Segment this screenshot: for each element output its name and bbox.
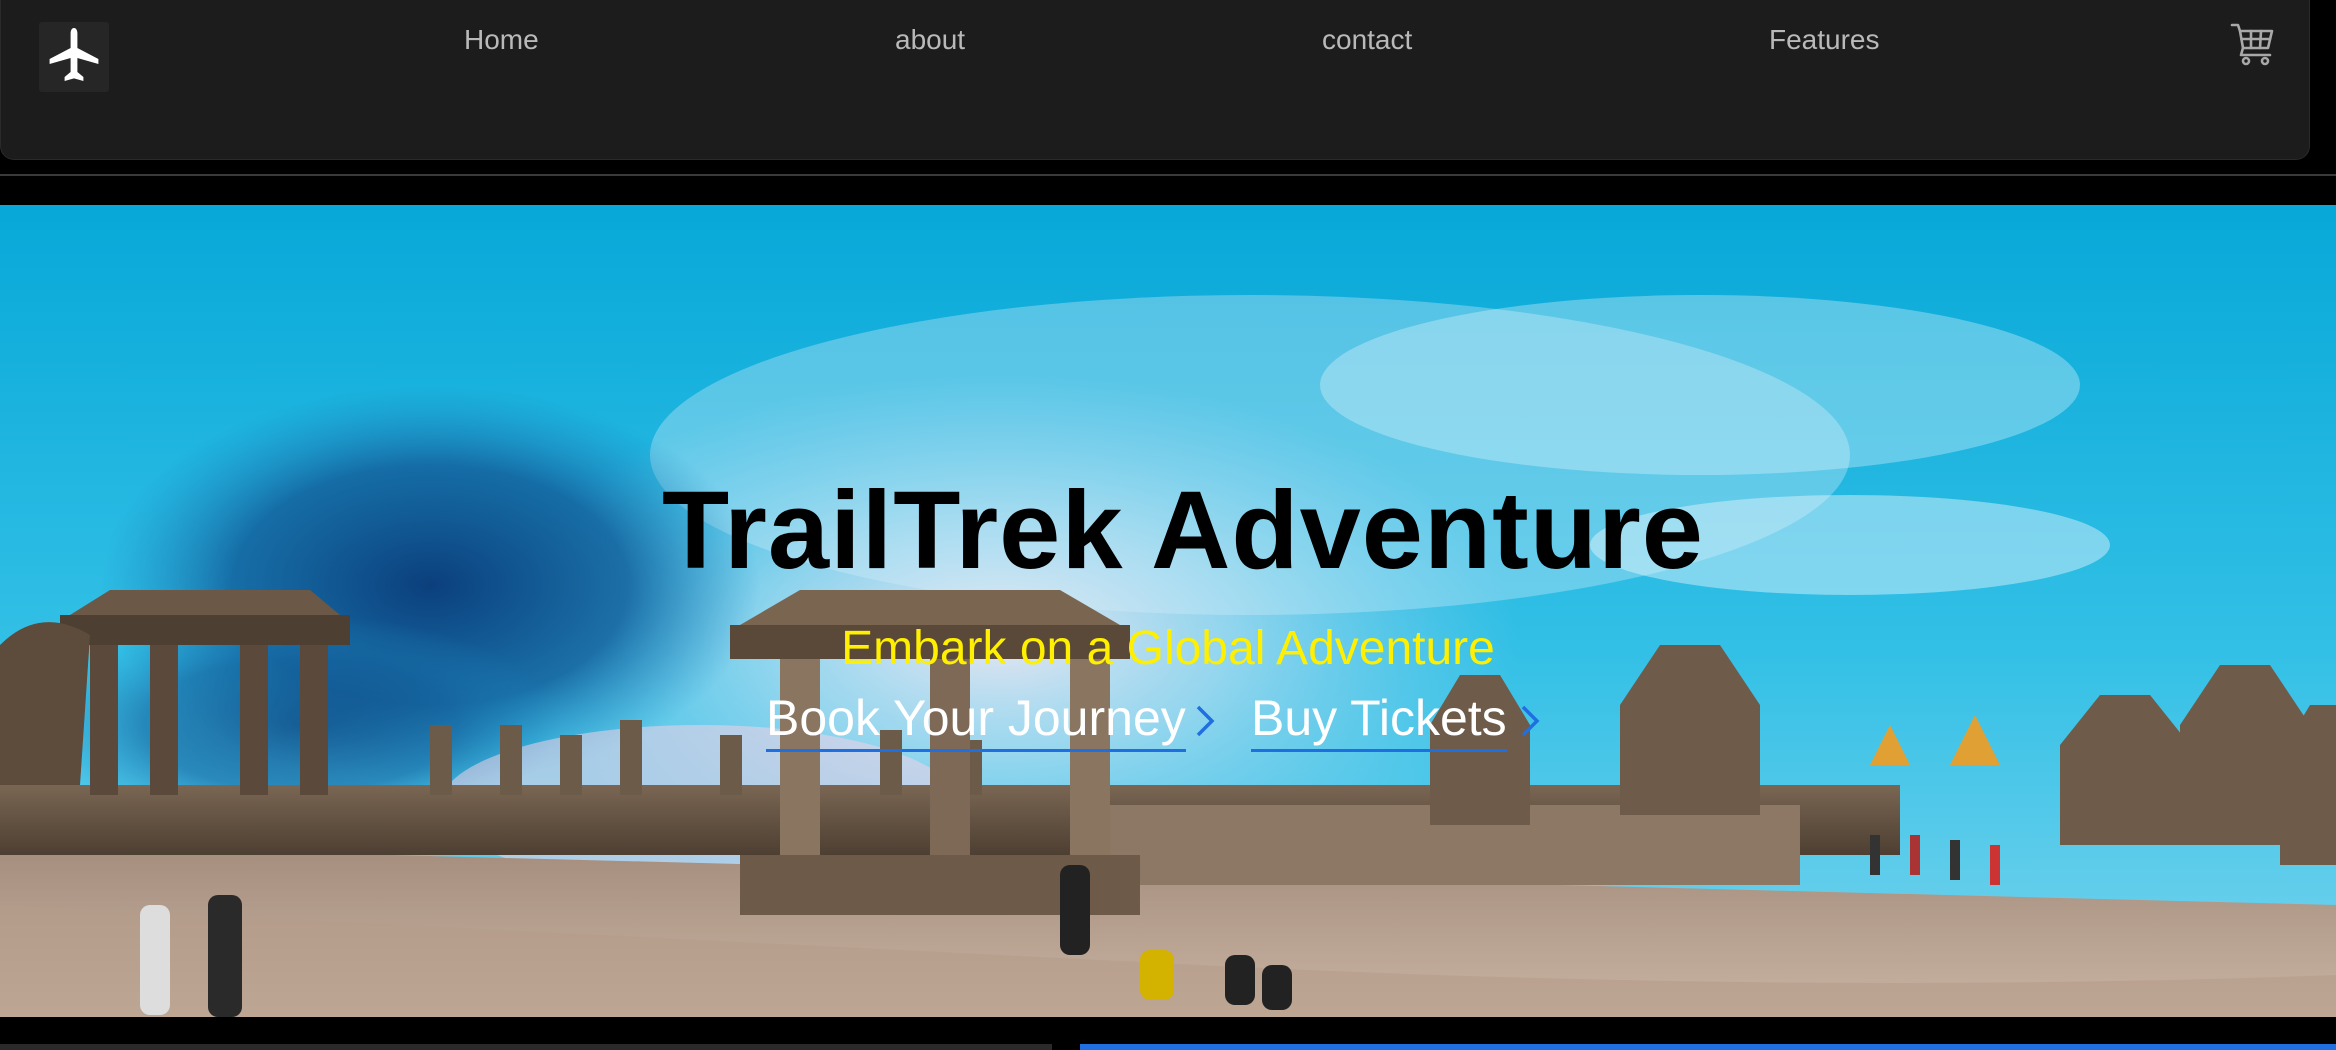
shopping-cart-icon — [2230, 23, 2274, 66]
buy-tickets-button[interactable]: Buy Tickets — [1251, 693, 1507, 752]
chevron-right-icon — [1521, 705, 1540, 737]
nav-link-features[interactable]: Features — [1769, 24, 1880, 56]
divider — [0, 174, 2336, 176]
hero-background-image — [0, 205, 2336, 1017]
nav-link-about[interactable]: about — [895, 24, 965, 56]
logo[interactable] — [39, 22, 109, 92]
cart-button[interactable] — [2229, 20, 2277, 68]
nav-link-home[interactable]: Home — [464, 24, 539, 56]
hero-section: TrailTrek Adventure Embark on a Global A… — [0, 205, 2336, 1017]
hero-title: TrailTrek Adventure — [662, 469, 1704, 592]
book-journey-button[interactable]: Book Your Journey — [766, 693, 1186, 752]
navbar: Home about contact Features — [0, 0, 2310, 160]
nav-link-contact[interactable]: contact — [1322, 24, 1412, 56]
bottom-divider-left — [0, 1044, 1052, 1050]
airplane-icon — [49, 28, 99, 81]
hero-subtitle: Embark on a Global Adventure — [841, 622, 1495, 675]
chevron-right-icon — [1196, 705, 1215, 737]
bottom-divider-right — [1080, 1044, 2336, 1050]
